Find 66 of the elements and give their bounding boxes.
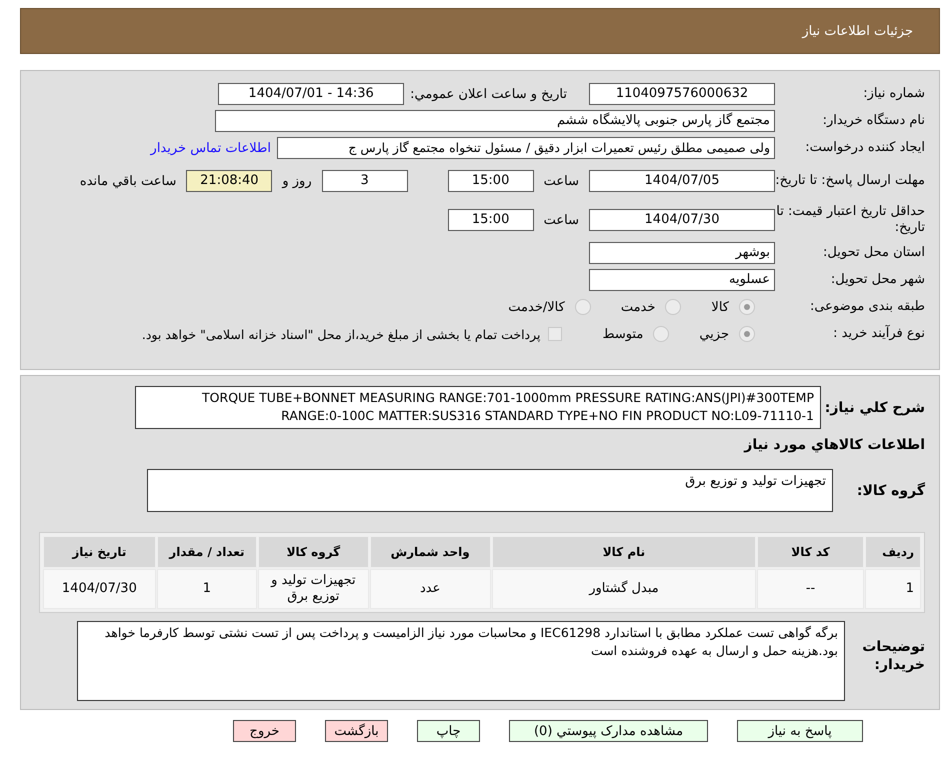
- radio-button[interactable]: [739, 326, 755, 342]
- field-label: ایجاد کننده درخواست:: [804, 140, 925, 156]
- radio-label: جزيي: [699, 326, 729, 342]
- action-button[interactable]: بازگشت: [325, 720, 388, 742]
- radio-button[interactable]: [739, 299, 755, 315]
- table-cell: 1404/07/30: [43, 569, 156, 609]
- field-label: نوع فرآیند خرید :: [832, 326, 925, 342]
- goods-group-field: تجهیزات تولید و توزیع برق: [147, 469, 833, 512]
- validity-date-field: 1404/07/30: [589, 209, 775, 231]
- table-cell: عدد: [370, 569, 491, 609]
- description-field: TORQUE TUBE+BONNET MEASURING RANGE:701-1000mm PRESSURE RATING:ANS(JPI)#300TEMP RANGE:0-100C MATTER:SUS316 STANDARD TYPE+NO FIN PRODUCT NO:L09-71110-1: [135, 386, 821, 429]
- field-label: مهلت ارسال پاسخ: تا تاریخ:: [775, 172, 925, 190]
- announce-date-field: 1404/07/01 - 14:36: [218, 83, 404, 105]
- radio-label: کالا: [711, 300, 729, 314]
- field-label: نام دستگاه خریدار:: [822, 112, 925, 130]
- field-label: ساعت: [544, 212, 579, 228]
- field-label: گروه کالا:: [856, 482, 925, 498]
- deadline-date-field: 1404/07/05: [589, 170, 775, 192]
- action-button[interactable]: پاسخ به نیاز: [737, 720, 863, 742]
- province-field: بوشهر: [589, 242, 775, 264]
- field-label: ساعت باقي مانده: [80, 174, 176, 188]
- days-field: 3: [322, 170, 408, 192]
- deadline-time-field: 15:00: [448, 170, 534, 192]
- remaining-time-field: 21:08:40: [186, 170, 272, 192]
- action-button[interactable]: چاپ: [417, 720, 480, 742]
- column-header: تاریخ نیاز: [43, 536, 156, 568]
- column-header: گروه کالا: [258, 536, 369, 568]
- city-field: عسلویه: [589, 269, 775, 291]
- radio-button[interactable]: [653, 326, 670, 342]
- table-cell: --: [757, 569, 864, 609]
- column-header: تعداد / مقدار: [156, 536, 258, 568]
- field-label: حداقل تاریخ اعتبار قیمت: تا تاریخ:: [775, 204, 925, 236]
- radio-label: خدمت: [620, 300, 656, 314]
- radio-button[interactable]: [574, 299, 591, 315]
- checkbox[interactable]: [548, 327, 562, 341]
- requester-field: ولی صمیمی مطلق رئیس تعمیرات ابزار دقیق / مسئول تنخواه مجتمع گاز پارس ج: [277, 137, 775, 159]
- radio-label: متوسط: [602, 326, 644, 342]
- table-cell: مبدل گشتاور: [492, 569, 756, 609]
- checkbox-label: پرداخت تمام یا بخشی از مبلغ خرید،از محل "اسناد خزانه اسلامی" خواهد بود.: [142, 326, 540, 342]
- buyer-name-field: مجتمع گاز پارس جنوبی پالایشگاه ششم: [215, 110, 775, 132]
- buyer-notes-field: برگه گواهی تست عملکرد مطابق با استاندارد IEC61298 و محاسبات مورد نیاز الزامیست و پرداخت پس از تست نشتی توسط کارفرما خواهد بود.هزینه حمل و ارسال به عهده فروشنده است: [77, 621, 845, 701]
- section-title: اطلاعات کالاهاي مورد نیاز: [742, 437, 925, 453]
- column-header: کد کالا: [757, 536, 864, 568]
- column-header: ردیف: [864, 536, 921, 568]
- table-cell: 1: [156, 569, 258, 609]
- field-label: طبقه بندی موضوعی:: [808, 298, 925, 316]
- table-cell: 1: [864, 569, 921, 609]
- buyer-contact-link[interactable]: اطلاعات تماس خریدار: [150, 140, 271, 156]
- need-number-field: 1104097576000632: [589, 83, 775, 105]
- field-label: تاریخ و ساعت اعلان عمومي:: [410, 86, 567, 102]
- column-header: نام کالا: [492, 536, 756, 568]
- table-cell: تجهیزات تولید و توزیع برق: [258, 569, 369, 609]
- field-label: شماره نیاز:: [862, 86, 925, 102]
- field-label: شرح کلي نیاز:: [824, 400, 925, 416]
- radio-button[interactable]: [665, 299, 682, 315]
- field-label: شهر محل تحویل:: [830, 272, 925, 288]
- field-label: روز و: [282, 174, 312, 188]
- action-button[interactable]: خروج: [233, 720, 296, 742]
- field-label: استان محل تحویل:: [822, 244, 925, 262]
- action-button[interactable]: مشاهده مدارک پیوستي (0): [509, 720, 708, 742]
- validity-time-field: 15:00: [448, 209, 534, 231]
- column-header: واحد شمارش: [370, 536, 491, 568]
- radio-label: کالا/خدمت: [508, 300, 565, 314]
- page-title: جزئیات اطلاعات نیاز: [802, 24, 913, 38]
- field-label: ساعت: [544, 174, 579, 188]
- field-label: توضیحات خریدار:: [861, 638, 925, 674]
